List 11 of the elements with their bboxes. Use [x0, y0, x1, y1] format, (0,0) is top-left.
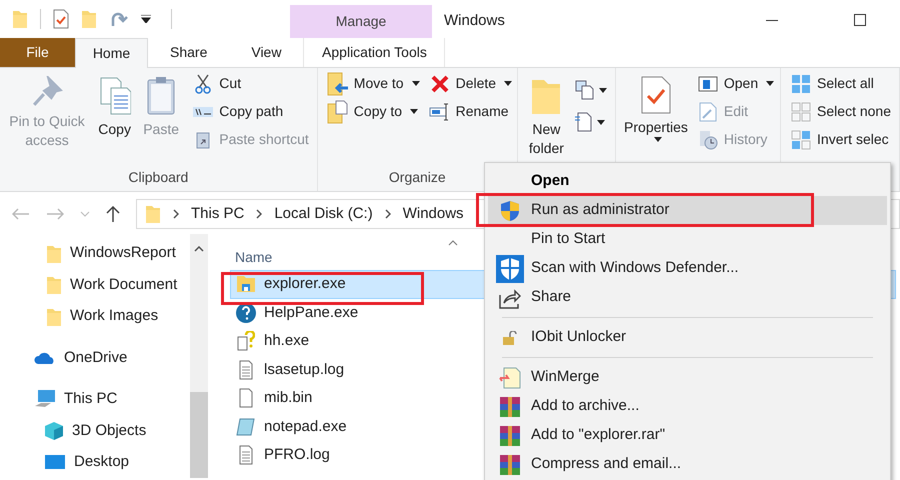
- file-name: explorer.exe: [264, 274, 346, 294]
- file-name: mib.bin: [264, 388, 312, 408]
- file-name: lsasetup.log: [264, 360, 344, 380]
- file-name: notepad.exe: [264, 416, 347, 436]
- file-name: hh.exe: [264, 331, 310, 351]
- group-label: Clipboard: [128, 168, 188, 187]
- file-name: PFRO.log: [264, 445, 330, 465]
- window-title: Windows: [444, 11, 505, 31]
- file-name: HelpPane.exe: [264, 302, 358, 322]
- group-label: Organize: [388, 168, 446, 187]
- contextual-tab-header: Manage: [290, 5, 432, 38]
